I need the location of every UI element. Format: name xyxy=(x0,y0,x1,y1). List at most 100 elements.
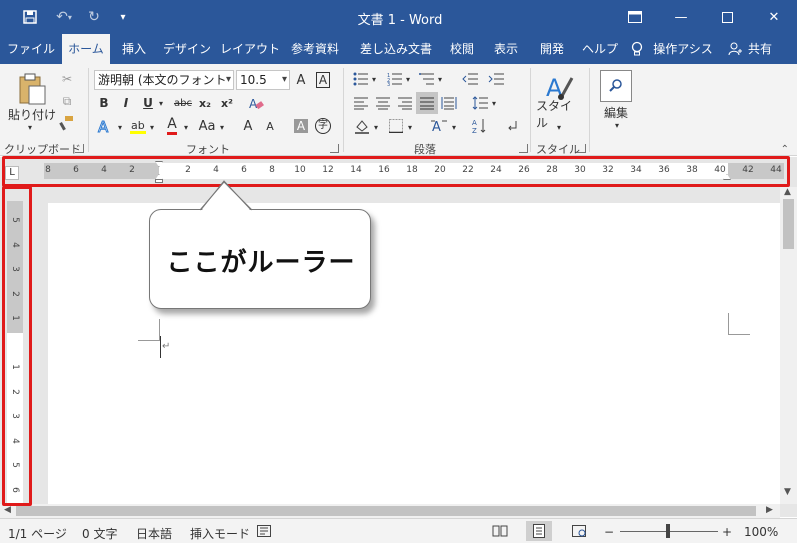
horizontal-scrollbar[interactable]: ◀ ▶ xyxy=(0,504,780,518)
chevron-down-icon[interactable]: ▾ xyxy=(226,71,231,89)
paragraph-launcher-icon[interactable] xyxy=(519,144,528,153)
italic-button[interactable]: I xyxy=(118,94,134,112)
grow-font-button[interactable]: A xyxy=(292,70,310,90)
share-button[interactable]: 共有 xyxy=(745,34,775,64)
numbering-icon[interactable]: 123 xyxy=(386,70,404,88)
web-layout-icon[interactable] xyxy=(572,525,586,540)
asian-layout-icon[interactable]: A xyxy=(428,116,450,136)
paste-icon[interactable] xyxy=(12,70,52,108)
enclose-char-button[interactable]: 字 xyxy=(314,116,332,136)
chevron-down-icon[interactable]: ▾ xyxy=(490,96,498,110)
chevron-down-icon[interactable]: ▾ xyxy=(156,94,166,112)
maximize-icon[interactable] xyxy=(704,0,750,34)
bullets-icon[interactable] xyxy=(352,70,370,88)
borders-icon[interactable] xyxy=(386,116,406,136)
zoom-out-button[interactable]: − xyxy=(604,525,614,539)
underline-button[interactable]: U xyxy=(140,94,156,112)
redo-icon[interactable]: ↻ xyxy=(84,7,104,27)
align-right-icon[interactable] xyxy=(396,94,414,112)
paste-dropdown-icon[interactable]: ▾ xyxy=(24,122,36,132)
editing-button-label[interactable]: 編集 xyxy=(596,104,636,120)
align-left-icon[interactable] xyxy=(352,94,370,112)
clipboard-launcher-icon[interactable] xyxy=(75,144,84,153)
styles-button-label[interactable]: スタイル xyxy=(536,99,582,130)
change-case-button[interactable]: Aa xyxy=(196,116,218,136)
chevron-down-icon[interactable]: ▾ xyxy=(450,120,458,134)
chevron-down-icon[interactable]: ▾ xyxy=(148,120,156,134)
scroll-up-icon[interactable]: ▲ xyxy=(784,187,791,197)
align-center-icon[interactable] xyxy=(374,94,392,112)
strikethrough-button[interactable]: abc xyxy=(172,94,194,112)
subscript-button[interactable]: x₂ xyxy=(196,94,214,112)
font-color-button[interactable]: A xyxy=(162,116,182,136)
horizontal-scroll-thumb[interactable] xyxy=(16,506,756,516)
tab-design[interactable]: デザイン xyxy=(160,34,214,64)
chevron-down-icon[interactable]: ▾ xyxy=(116,120,124,134)
chevron-down-icon[interactable]: ▾ xyxy=(218,120,226,134)
scroll-left-icon[interactable]: ◀ xyxy=(4,505,11,515)
read-mode-icon[interactable] xyxy=(492,525,508,540)
chevron-down-icon[interactable]: ▾ xyxy=(554,122,564,132)
tab-references[interactable]: 参考資料 xyxy=(286,34,344,64)
decrease-font-button[interactable]: A xyxy=(262,116,278,136)
justify-icon[interactable] xyxy=(416,92,438,114)
search-icon[interactable] xyxy=(600,70,632,102)
increase-indent-icon[interactable] xyxy=(486,70,506,88)
word-count[interactable]: 0 文字 xyxy=(82,525,117,542)
tell-me-search[interactable]: 操作アシス xyxy=(650,34,716,64)
macro-record-icon[interactable] xyxy=(257,525,271,540)
text-effects-icon[interactable]: A xyxy=(94,116,116,136)
chevron-down-icon[interactable]: ▾ xyxy=(406,120,414,134)
styles-launcher-icon[interactable] xyxy=(577,144,586,153)
highlight-color-icon[interactable]: ab xyxy=(128,116,148,136)
shading-icon[interactable] xyxy=(352,116,372,136)
show-marks-icon[interactable] xyxy=(502,116,522,136)
font-name-combo[interactable]: 游明朝 (本文のフォント ▾ xyxy=(94,70,234,90)
cut-icon[interactable]: ✂ xyxy=(58,70,76,88)
font-launcher-icon[interactable] xyxy=(330,144,339,153)
chevron-down-icon[interactable]: ▾ xyxy=(370,72,378,86)
tab-home[interactable]: ホーム xyxy=(62,34,110,64)
char-shading-button[interactable]: A xyxy=(292,116,310,136)
vertical-scrollbar[interactable]: ▲ ▼ xyxy=(780,187,797,504)
tab-view[interactable]: 表示 xyxy=(488,34,524,64)
clear-formatting-icon[interactable]: A xyxy=(246,94,266,112)
minimize-icon[interactable]: — xyxy=(658,0,704,34)
save-icon[interactable] xyxy=(18,7,42,27)
zoom-in-button[interactable]: + xyxy=(722,525,732,539)
distributed-icon[interactable] xyxy=(440,94,458,112)
chevron-down-icon[interactable]: ▾ xyxy=(182,120,190,134)
zoom-slider-thumb[interactable] xyxy=(666,524,670,538)
tab-mailings[interactable]: 差し込み文書 xyxy=(354,34,438,64)
char-border-button[interactable]: A xyxy=(314,70,332,90)
lightbulb-icon[interactable] xyxy=(628,34,646,64)
sort-icon[interactable]: AZ xyxy=(470,116,490,136)
tab-review[interactable]: 校閲 xyxy=(444,34,480,64)
input-mode[interactable]: 挿入モード xyxy=(190,525,250,542)
language-indicator[interactable]: 日本語 xyxy=(136,525,172,542)
tab-help[interactable]: ヘルプ xyxy=(578,34,622,64)
share-person-icon[interactable] xyxy=(726,34,744,64)
chevron-down-icon[interactable]: ▾ xyxy=(282,71,287,89)
tab-developer[interactable]: 開発 xyxy=(532,34,572,64)
superscript-button[interactable]: x² xyxy=(218,94,236,112)
multilevel-list-icon[interactable] xyxy=(418,70,436,88)
close-icon[interactable]: ✕ xyxy=(751,0,797,34)
bold-button[interactable]: B xyxy=(96,94,112,112)
collapse-ribbon-icon[interactable]: ⌃ xyxy=(781,144,789,155)
line-spacing-icon[interactable] xyxy=(470,94,490,112)
scroll-down-icon[interactable]: ▼ xyxy=(784,487,791,497)
scroll-right-icon[interactable]: ▶ xyxy=(766,505,773,515)
copy-icon[interactable]: ⧉ xyxy=(58,92,76,110)
chevron-down-icon[interactable]: ▾ xyxy=(612,120,622,130)
increase-font-button[interactable]: A xyxy=(240,116,256,136)
page-count[interactable]: 1/1 ページ xyxy=(8,525,67,542)
customize-icon[interactable]: ▾ xyxy=(114,7,132,27)
decrease-indent-icon[interactable] xyxy=(460,70,480,88)
tab-file[interactable]: ファイル xyxy=(6,34,56,64)
paste-label[interactable]: 貼り付け xyxy=(8,106,56,122)
vertical-scroll-thumb[interactable] xyxy=(783,199,794,249)
font-size-combo[interactable]: 10.5 ▾ xyxy=(236,70,290,90)
tab-insert[interactable]: 挿入 xyxy=(116,34,152,64)
undo-icon[interactable]: ↶ ▾ xyxy=(50,7,78,27)
